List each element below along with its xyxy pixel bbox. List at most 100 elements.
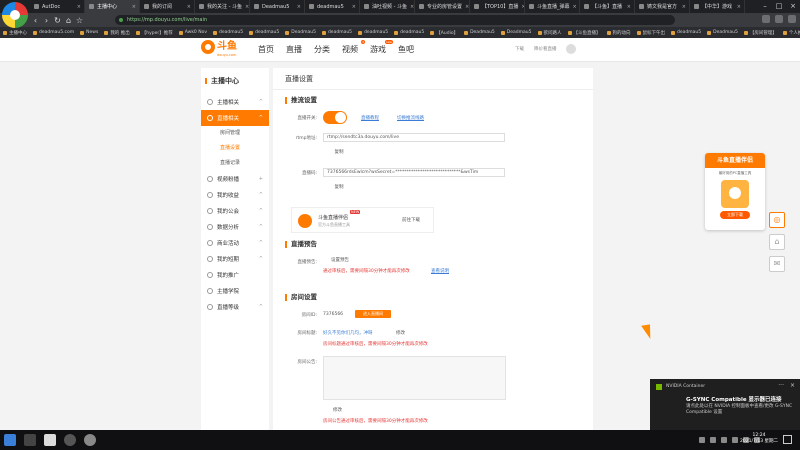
switch-line-link[interactable]: 切换推流线路 [397, 115, 424, 121]
taskbar-app-icon[interactable] [24, 434, 36, 446]
nav-item[interactable]: 首页 [258, 44, 274, 55]
action-center-icon[interactable] [783, 435, 792, 444]
nav-item[interactable]: 视频 4 [342, 40, 365, 55]
tab-close-icon[interactable]: × [245, 4, 249, 10]
bookmark-item[interactable]: Awk0 Nov [176, 30, 210, 35]
star-icon[interactable]: ☆ [74, 16, 85, 25]
taskbar-clock[interactable]: 12:24 2021/7/13 星期二 [740, 433, 778, 445]
bookmark-item[interactable]: Deadmau5 [704, 30, 741, 35]
download-icon[interactable] [775, 15, 783, 23]
tray-icon[interactable] [710, 437, 716, 443]
notification-toast[interactable]: NVIDIA Container ··· × G-SYNC Compatible… [650, 379, 800, 430]
address-bar[interactable]: https://mp.douyu.com/live/main [115, 15, 675, 25]
tab-close-icon[interactable]: × [410, 4, 414, 10]
nav-item[interactable]: 直播 [286, 44, 302, 55]
tab-close-icon[interactable]: × [682, 4, 686, 10]
bookmark-item[interactable]: 【斗鱼直播】 [565, 30, 604, 36]
avatar[interactable] [566, 44, 576, 54]
sidebar-subitem[interactable]: 房间管理 [201, 126, 269, 141]
tab-close-icon[interactable]: × [187, 4, 191, 10]
browser-tab[interactable]: 铸文我是官方 × [635, 0, 690, 13]
copy-rtmp-button[interactable]: 复制 [329, 149, 349, 158]
bookmark-item[interactable]: 我的 推出 [101, 30, 132, 36]
tab-close-icon[interactable]: × [737, 4, 741, 10]
tray-icon[interactable] [721, 437, 727, 443]
sidebar-item[interactable]: 我的收益 ^ [201, 187, 269, 203]
tutorial-link[interactable]: 直播教程 [361, 115, 379, 121]
home-icon[interactable]: ⌂ [63, 16, 74, 25]
sidebar-item[interactable]: 直播等级 ^ [201, 299, 269, 315]
browser-tab[interactable]: 油吐视频 - 斗鱼 × [360, 0, 415, 13]
set-notice-button[interactable]: 设置预告 [327, 257, 353, 266]
tab-close-icon[interactable]: × [352, 4, 356, 10]
sidebar-item[interactable]: 直播相关 ^ [201, 110, 269, 126]
forward-icon[interactable]: › [41, 16, 52, 25]
bookmark-item[interactable]: deadmau5 [355, 30, 391, 35]
sidebar-subitem[interactable]: 直播记录 [201, 156, 269, 171]
bookmark-item[interactable]: Deadmau5 [461, 30, 498, 35]
float-download-card[interactable]: 斗鱼直播伴侣 最好用的PC直播工具 立即下载 [705, 153, 765, 230]
float-download-button[interactable]: 立即下载 [720, 211, 750, 219]
toast-close-icon[interactable]: × [790, 382, 795, 389]
bookmark-item[interactable]: 【hyper】推荐 [133, 30, 176, 36]
promo-link[interactable]: 降价看直播 [534, 46, 557, 52]
browser-tab[interactable]: 【TOP10】直播× [470, 0, 525, 13]
browser-tab[interactable]: 【中华】游戏 × [690, 0, 745, 13]
menu-icon[interactable] [788, 15, 796, 23]
nav-item[interactable]: 游戏 new [370, 40, 393, 55]
bookmark-item[interactable]: 【Audio】 [427, 30, 461, 36]
live-toggle[interactable] [323, 111, 347, 124]
bookmark-item[interactable]: deadmau5 [391, 30, 427, 35]
bookmark-item[interactable]: 鼠标下午出 [634, 30, 669, 36]
nav-item[interactable]: 鱼吧 [398, 44, 414, 55]
sidebar-item[interactable]: 数据分析 ^ [201, 219, 269, 235]
tray-icon[interactable] [699, 437, 705, 443]
bookmark-item[interactable]: 欲问路人 [535, 30, 565, 36]
sidebar-item[interactable]: 我的短期 ^ [201, 251, 269, 267]
bookmark-item[interactable]: deadmau5 [210, 30, 246, 35]
tab-close-icon[interactable]: × [573, 4, 577, 10]
taskbar-music-icon[interactable] [64, 434, 76, 446]
taskbar-file-icon[interactable] [44, 434, 56, 446]
tab-close-icon[interactable]: × [297, 4, 301, 10]
notice-help-link[interactable]: 查看说明 [431, 268, 449, 274]
enter-room-button[interactable]: 进入直播间 [355, 310, 391, 318]
browser-tab[interactable]: 我的关注 - 斗鱼 × [195, 0, 250, 13]
bookmark-item[interactable]: Deadmau5 [282, 30, 319, 35]
home-tool-icon[interactable]: ⌂ [769, 234, 785, 250]
minimize-icon[interactable]: – [758, 0, 772, 13]
browser-tab[interactable]: 斗鱼直播_弹幕 × [525, 0, 580, 13]
browser-tab[interactable]: AutDoc × [30, 0, 85, 13]
sidebar-subitem[interactable]: 直播设置 [201, 141, 269, 156]
room-notice-textarea[interactable] [323, 356, 506, 400]
browser-tab[interactable]: deadmau5 × [305, 0, 360, 13]
sidebar-item[interactable]: 我的推广 [201, 267, 269, 283]
bookmark-item[interactable]: 主播中心 [0, 30, 30, 36]
bookmark-item[interactable]: deadmau5 [668, 30, 704, 35]
browser-tab[interactable]: 【斗鱼】直播 × [580, 0, 635, 13]
copy-key-button[interactable]: 复制 [329, 184, 349, 193]
tab-close-icon[interactable]: × [77, 4, 81, 10]
bookmark-item[interactable]: deadmau5 [319, 30, 355, 35]
rtmp-field[interactable]: rtmp://sendtc3a.douyu.com/live [323, 133, 505, 142]
back-icon[interactable]: ‹ [30, 16, 41, 25]
taskbar-clock-icon[interactable] [84, 434, 96, 446]
tab-close-icon[interactable]: × [627, 4, 631, 10]
bookmark-item[interactable]: 【房间管理】 [741, 30, 780, 36]
more-icon[interactable]: ··· [778, 382, 784, 389]
tray-icon[interactable] [732, 437, 738, 443]
browser-tab[interactable]: Deadmau5 × [250, 0, 305, 13]
feedback-tool-icon[interactable]: ✉ [769, 256, 785, 272]
bookmark-item[interactable]: Deadmau5 [498, 30, 535, 35]
bookmark-item[interactable]: 狗的动向 [604, 30, 634, 36]
reload-icon[interactable]: ↻ [52, 16, 63, 25]
helper-download-link[interactable]: 前往下载 [402, 217, 420, 223]
sidebar-item[interactable]: 视频粉播 + [201, 171, 269, 187]
sidebar-item[interactable]: 我的公会 ^ [201, 203, 269, 219]
sidebar-item[interactable]: 主播相关 ^ [201, 94, 269, 110]
edit-title-button[interactable]: 修改 [396, 330, 405, 336]
tab-close-icon[interactable]: × [132, 4, 136, 10]
tab-close-icon[interactable]: × [465, 4, 469, 10]
sidebar-item[interactable]: 主播学院 [201, 283, 269, 299]
download-link[interactable]: 下载 [515, 46, 524, 52]
